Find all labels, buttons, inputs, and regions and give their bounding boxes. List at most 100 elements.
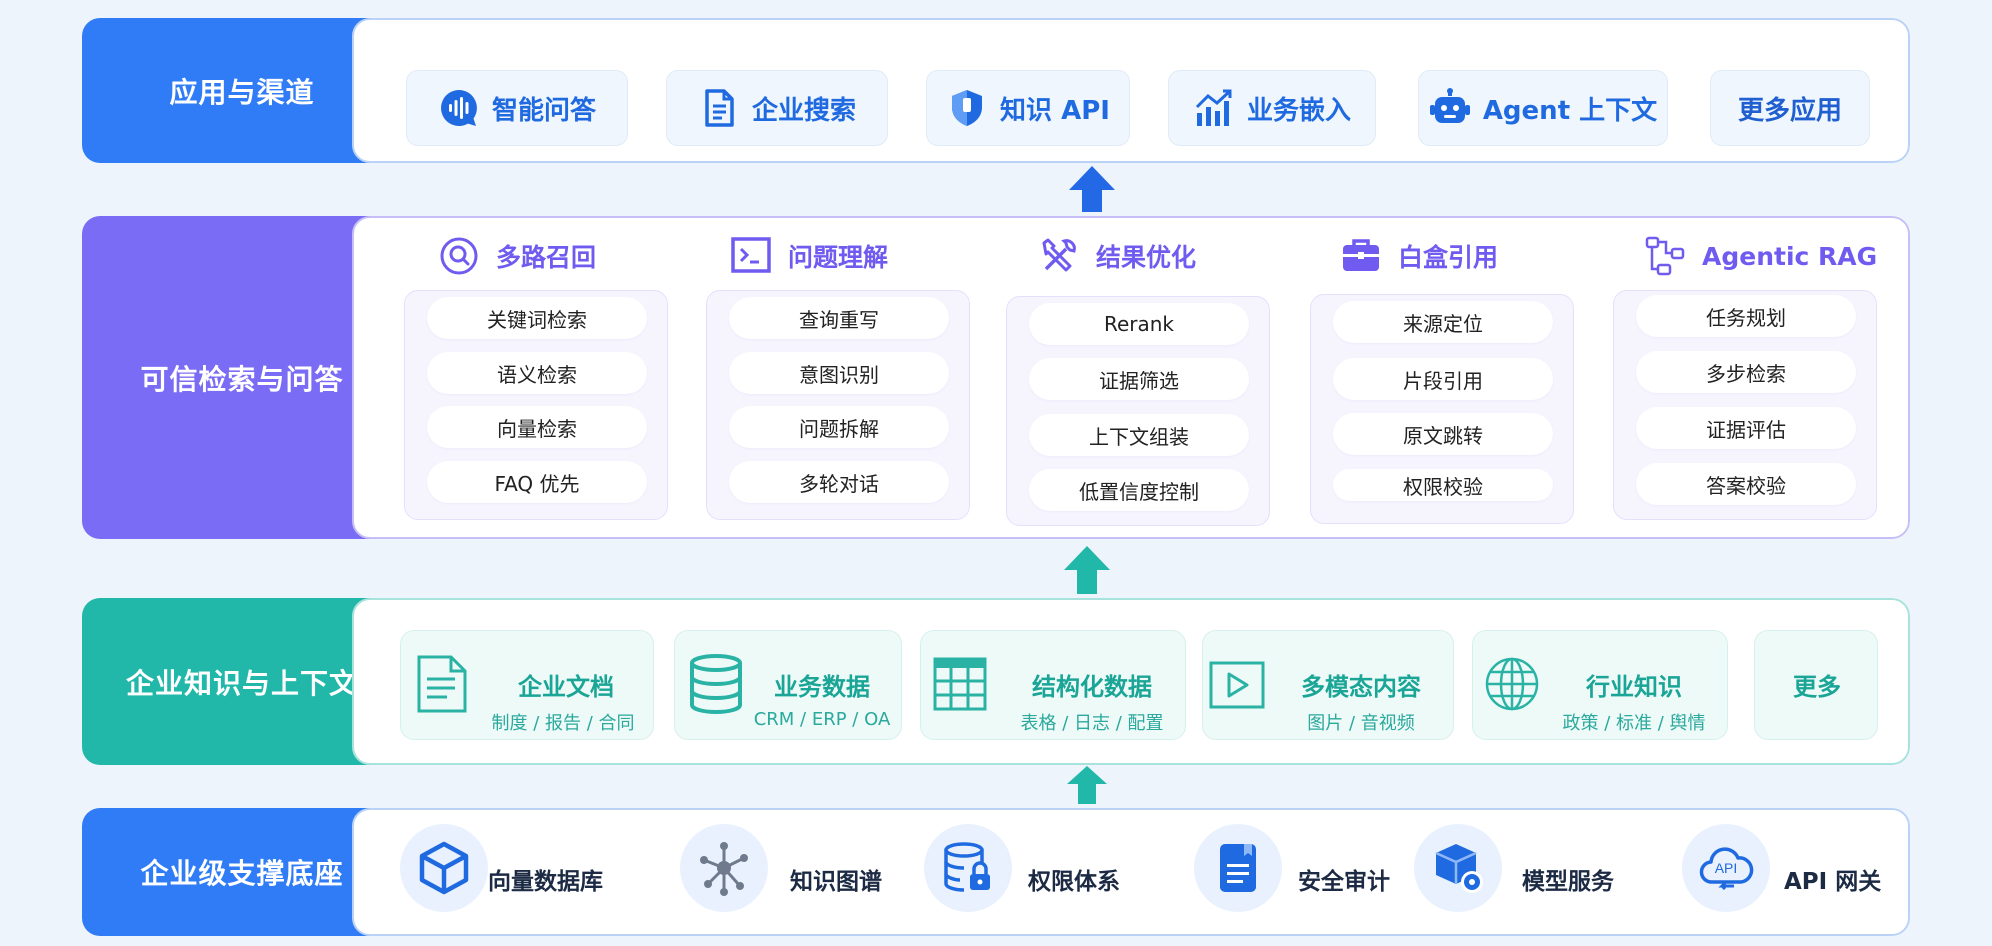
globe-icon [1485,657,1539,711]
terminal-icon [731,237,771,273]
app-label: 更多应用 [1737,95,1842,126]
shield-icon [952,90,983,126]
rag-item: 答案校验 [1636,463,1856,505]
knowledge-card-structured[interactable]: 结构化数据 表格 / 日志 / 配置 [920,630,1186,740]
knowledge-sub: 表格 / 日志 / 配置 [1020,713,1164,734]
rag-item: 低置信度控制 [1029,469,1249,511]
tools-icon [1042,238,1076,272]
rag-column-head: 问题理解 [730,232,888,280]
base-label: API 网关 [1784,869,1882,895]
rag-item: 证据筛选 [1029,358,1249,400]
app-card-agent[interactable]: Agent 上下文 [1418,70,1668,146]
layer-knowledge: 企业知识与上下文 企业文档 制度 / 报告 / 合同 业务数据 CRM / ER… [82,598,1910,765]
base-label: 模型服务 [1522,869,1614,895]
rag-item: 语义检索 [427,352,647,394]
base-label: 权限体系 [1028,869,1120,895]
knowledge-title: 业务数据 [774,673,870,701]
rag-item: 任务规划 [1636,295,1856,337]
knowledge-title: 更多 [1793,673,1841,701]
knowledge-card-more[interactable]: 更多 [1754,630,1878,740]
base-label: 知识图谱 [790,869,882,895]
rag-column-title: 白盒引用 [1398,243,1499,272]
rag-column-box: 任务规划 多步检索 证据评估 答案校验 [1613,290,1877,520]
knowledge-sub: CRM / ERP / OA [753,709,891,730]
rag-column-head: 多路召回 [438,232,596,280]
app-label: Agent 上下文 [1482,95,1658,126]
rag-item: Rerank [1029,303,1249,345]
layer-base-body: 向量数据库 知识图谱 权限体系 安全审计 模型服务 API API 网关 [352,808,1910,936]
rag-column-box: 关键词检索 语义检索 向量检索 FAQ 优先 [404,290,668,520]
rag-column-title: 多路召回 [496,243,597,272]
rag-item: 问题拆解 [729,406,949,448]
workflow-icon [1645,236,1685,276]
knowledge-title: 多模态内容 [1301,673,1421,701]
knowledge-card-multimodal[interactable]: 多模态内容 图片 / 音视频 [1202,630,1454,740]
knowledge-sub: 制度 / 报告 / 合同 [491,713,635,734]
rag-item: 证据评估 [1636,407,1856,449]
cube-icon [419,841,469,895]
model-box-icon [1435,844,1483,893]
rag-item: 多步检索 [1636,351,1856,393]
knowledge-sub: 政策 / 标准 / 舆情 [1562,713,1706,734]
audit-doc-icon [1220,844,1256,892]
knowledge-card-business[interactable]: 业务数据 CRM / ERP / OA [674,630,902,740]
api-cloud-icon: API [1699,847,1754,891]
app-card-embed[interactable]: 业务嵌入 [1168,70,1376,146]
layer-knowledge-body: 企业文档 制度 / 报告 / 合同 业务数据 CRM / ERP / OA 结构… [352,598,1910,765]
base-label: 向量数据库 [488,869,603,895]
rag-item: 上下文组装 [1029,414,1249,456]
app-card-more[interactable]: 更多应用 [1710,70,1870,146]
layer-apps-body: 智能问答 企业搜索 知识 API 业务嵌入 Agent 上下文 更多应用 [352,18,1910,163]
rag-item: 关键词检索 [427,297,647,339]
arrow-up-icon [1064,546,1110,594]
rag-column-box: 来源定位 片段引用 原文跳转 权限校验 [1310,294,1574,524]
search-icon [440,237,478,275]
rag-column-head: Agentic RAG [1644,232,1877,280]
document-icon [705,89,734,127]
rag-column-head: 结果优化 [1038,232,1196,280]
app-label: 企业搜索 [751,95,856,126]
app-card-search[interactable]: 企业搜索 [666,70,888,146]
knowledge-title: 结构化数据 [1032,673,1152,701]
knowledge-graph-icon-wrap [680,824,768,912]
knowledge-title: 企业文档 [518,673,614,701]
layer-rag-body: 多路召回 关键词检索 语义检索 向量检索 FAQ 优先 问题理解 查询重写 意图… [352,216,1910,539]
table-icon [933,657,987,711]
rag-column-box: Rerank 证据筛选 上下文组装 低置信度控制 [1006,296,1270,526]
model-service-icon-wrap [1414,824,1502,912]
rag-item: 向量检索 [427,406,647,448]
rag-item: 来源定位 [1333,301,1553,343]
layer-apps: 应用与渠道 智能问答 企业搜索 知识 API 业务嵌入 Agent 上下文 更多… [82,18,1910,163]
bar-chart-icon [1195,89,1232,126]
database-icon [690,654,742,715]
knowledge-card-industry[interactable]: 行业知识 政策 / 标准 / 舆情 [1472,630,1728,740]
app-label: 业务嵌入 [1246,95,1351,126]
knowledge-title: 行业知识 [1586,673,1682,701]
arrow-up-icon [1069,166,1115,212]
database-lock-icon [944,842,990,892]
knowledge-sub: 图片 / 音视频 [1307,713,1415,734]
rag-item: 查询重写 [729,297,949,339]
graph-icon [700,842,748,896]
api-gateway-icon-wrap: API [1682,824,1770,912]
rag-item: 片段引用 [1333,358,1553,400]
knowledge-card-docs[interactable]: 企业文档 制度 / 报告 / 合同 [400,630,654,740]
voice-chat-icon [441,90,477,126]
audit-icon-wrap [1194,824,1282,912]
rag-item: 意图识别 [729,352,949,394]
rag-item: 权限校验 [1333,469,1553,501]
rag-column-title: Agentic RAG [1702,241,1878,271]
briefcase-icon [1343,239,1379,271]
app-label: 知识 API [1000,95,1110,126]
rag-item: 原文跳转 [1333,413,1553,455]
layer-rag: 可信检索与问答 多路召回 关键词检索 语义检索 向量检索 FAQ 优先 问题理解 [82,216,1910,539]
app-card-api[interactable]: 知识 API [926,70,1130,146]
rag-column-title: 结果优化 [1096,243,1197,272]
file-icon [417,655,467,713]
permission-icon-wrap [924,824,1012,912]
app-card-qa[interactable]: 智能问答 [406,70,628,146]
svg-text:API: API [1715,860,1738,876]
robot-icon [1429,88,1470,123]
rag-column-head: 白盒引用 [1340,232,1498,280]
base-label: 安全审计 [1298,869,1390,895]
